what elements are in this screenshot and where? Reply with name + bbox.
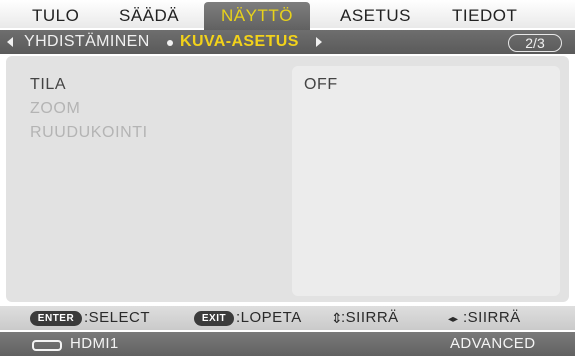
- main-tab-bar: TULO SÄÄDÄ NÄYTTÖ ASETUS TIEDOT: [0, 0, 575, 32]
- menu-item-tila[interactable]: TILA: [30, 76, 66, 94]
- enter-key-icon: ENTER: [30, 311, 82, 326]
- tab-naytto[interactable]: NÄYTTÖ: [204, 2, 310, 32]
- menu-item-ruudukointi: RUUDUKOINTI: [30, 124, 148, 141]
- arrow-left-icon[interactable]: [7, 37, 13, 47]
- menu-panel: TILA ZOOM RUUDUKOINTI OFF: [6, 56, 569, 302]
- status-bar: HDMI1 ADVANCED: [0, 332, 575, 356]
- submenu-bar: YHDISTÄMINEN KUVA-ASETUS 2/3: [0, 30, 575, 54]
- leftright-guide-label: :SIIRRÄ: [463, 309, 521, 326]
- hdmi-icon: [32, 340, 62, 351]
- menu-item-zoom: ZOOM: [30, 100, 81, 117]
- exit-guide-label: :LOPETA: [236, 309, 302, 326]
- tab-tiedot[interactable]: TIEDOT: [452, 4, 517, 28]
- mode-label: ADVANCED: [450, 335, 536, 352]
- updown-guide-label: :SIIRRÄ: [341, 309, 399, 326]
- input-source-label: HDMI1: [70, 335, 119, 352]
- submenu-item-yhdistaminen[interactable]: YHDISTÄMINEN: [24, 33, 150, 51]
- tab-tulo[interactable]: TULO: [32, 4, 79, 28]
- exit-key-icon: EXIT: [194, 311, 234, 326]
- arrow-right-icon[interactable]: [316, 37, 322, 47]
- tab-asetus[interactable]: ASETUS: [340, 4, 411, 28]
- tila-value[interactable]: OFF: [304, 76, 338, 94]
- tab-saada[interactable]: SÄÄDÄ: [119, 4, 179, 28]
- separator-dot-icon: [167, 40, 173, 46]
- projector-osd-menu: TULO SÄÄDÄ NÄYTTÖ ASETUS TIEDOT YHDISTÄM…: [0, 0, 575, 356]
- submenu-item-kuva-asetus[interactable]: KUVA-ASETUS: [180, 33, 299, 51]
- key-guide-bar: ENTER :SELECT EXIT :LOPETA ⇕ :SIIRRÄ ◂▸ …: [0, 306, 575, 330]
- left-right-arrow-icon: ◂▸: [448, 314, 459, 325]
- value-panel: OFF: [292, 66, 560, 296]
- enter-guide-label: :SELECT: [84, 309, 151, 326]
- page-indicator: 2/3: [508, 34, 562, 52]
